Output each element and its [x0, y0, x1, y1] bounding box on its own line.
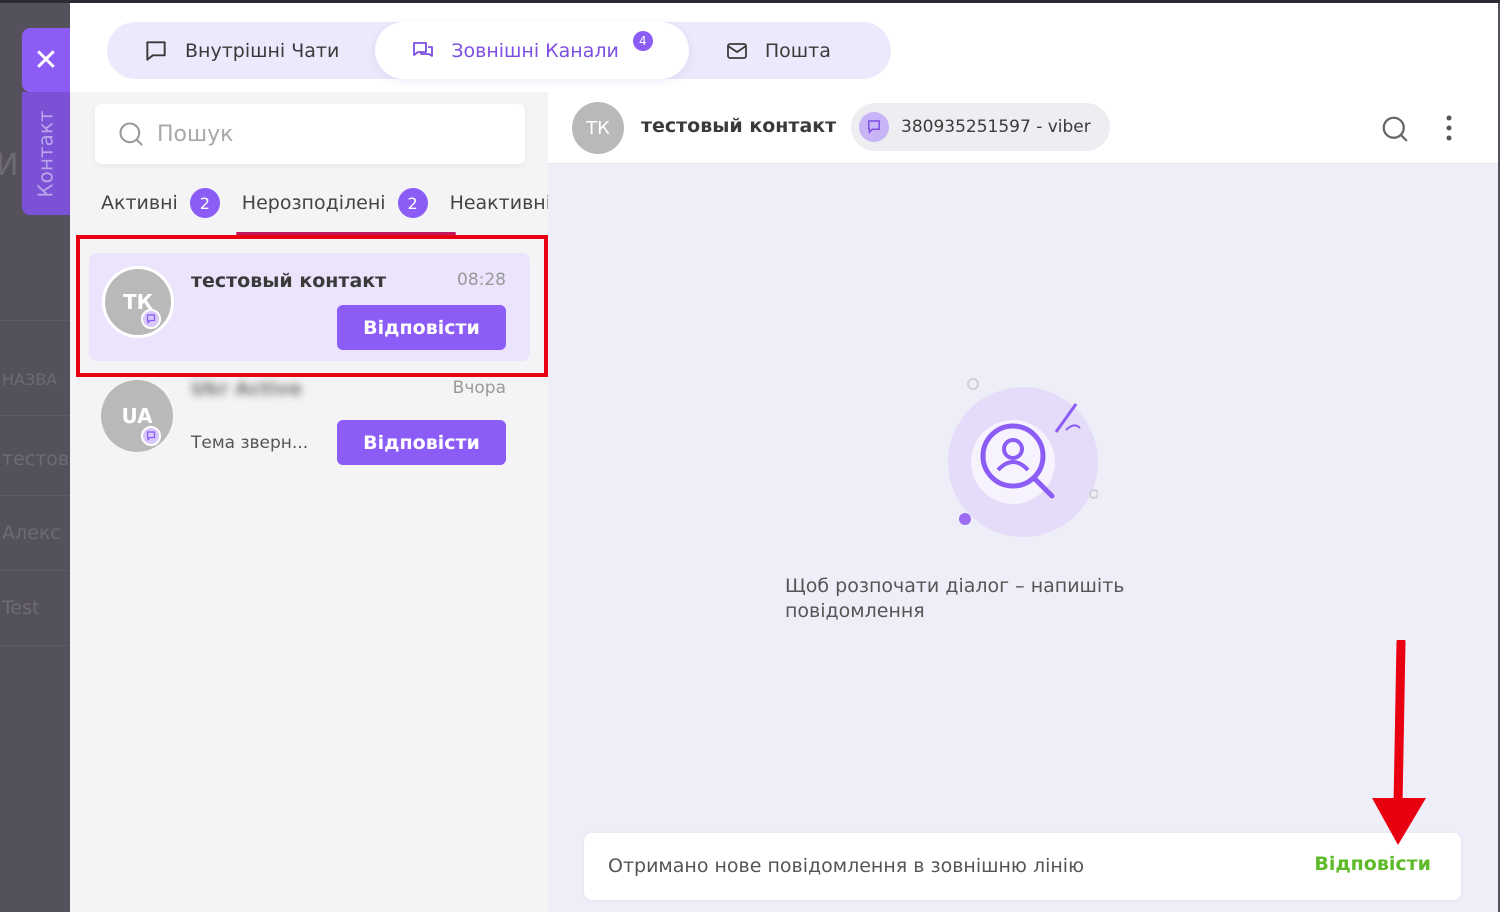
unread-badge: 4: [632, 31, 653, 51]
divider: [0, 415, 70, 416]
empty-state-illustration: [948, 378, 1098, 537]
divider: [0, 320, 70, 321]
contact-name: Ukr Active: [191, 378, 302, 400]
bg-header-text: НАЗВА: [2, 370, 58, 389]
count-badge: 2: [189, 188, 220, 218]
tab-label: Зовнішні Канали: [451, 39, 619, 62]
avatar: UA: [101, 380, 173, 452]
notice-text: Отримано нове повідомлення в зовнішню лі…: [608, 855, 1085, 877]
filter-inactive[interactable]: Неактивні: [450, 192, 551, 214]
tab-internal-chats[interactable]: Внутрішні Чати: [107, 22, 375, 79]
avatar: ТК: [572, 102, 624, 154]
tab-label: Пошта: [764, 39, 831, 62]
top-bar: Внутрішні Чати Зовнішні Канали 4 Пошта: [70, 0, 1498, 92]
divider: [0, 645, 70, 646]
contact-name: тестовый контакт: [641, 115, 837, 137]
avatar-initials: UA: [121, 404, 153, 428]
chat-bubble-icon: [146, 40, 166, 61]
channel-chip[interactable]: 380935251597 - viber: [851, 103, 1110, 151]
viber-icon: [141, 426, 161, 446]
more-options-icon[interactable]: [1444, 114, 1454, 142]
reply-button[interactable]: Відповісти: [337, 420, 506, 465]
chat-area: ТК тестовый контакт 380935251597 - viber: [548, 92, 1498, 912]
tab-external-channels[interactable]: Зовнішні Канали 4: [375, 22, 689, 79]
mail-icon: [726, 42, 747, 59]
viber-icon: [859, 112, 889, 142]
new-message-notice: Отримано нове повідомлення в зовнішню лі…: [584, 833, 1461, 900]
red-arrow-annotation: [1372, 640, 1426, 845]
search-icon[interactable]: [1380, 114, 1410, 144]
message-time: Вчора: [452, 378, 506, 398]
search-icon: [119, 122, 143, 146]
chat-panel: Внутрішні Чати Зовнішні Канали 4 Пошта А…: [70, 0, 1498, 912]
close-button[interactable]: ✕: [22, 28, 70, 92]
filter-label: Неактивні: [449, 192, 551, 214]
avatar-initials: ТК: [586, 117, 610, 139]
filter-label: Активні: [101, 192, 178, 214]
contact-side-tab[interactable]: Контакт: [22, 92, 70, 215]
chat-header: ТК тестовый контакт 380935251597 - viber: [548, 92, 1498, 164]
chat-channels-icon: [413, 41, 434, 57]
channel-tabs: Внутрішні Чати Зовнішні Канали 4 Пошта: [107, 22, 891, 79]
divider: [0, 570, 70, 571]
divider: [0, 495, 70, 496]
count-badge: 2: [397, 188, 428, 218]
search-box: [95, 104, 525, 164]
filter-active[interactable]: Активні 2: [101, 188, 220, 218]
filter-unassigned[interactable]: Нерозподілені 2: [242, 188, 428, 218]
conversation-item[interactable]: UA Ukr Active Вчора Тема зверн... Відпов…: [89, 372, 530, 472]
message-preview: Тема зверн...: [191, 433, 309, 453]
contact-side-tab-label: Контакт: [34, 109, 58, 198]
close-icon: ✕: [33, 42, 59, 78]
tab-mail[interactable]: Пошта: [689, 22, 867, 79]
bg-row-text: тестов: [2, 448, 70, 470]
conversation-list-panel: Активні 2 Нерозподілені 2 Неактивні ТК т…: [70, 92, 551, 912]
status-filters: Активні 2 Нерозподілені 2 Неактивні: [101, 188, 573, 218]
bg-partial-letter: И: [0, 148, 19, 183]
channel-label: 380935251597 - viber: [901, 117, 1091, 137]
tab-label: Внутрішні Чати: [185, 39, 340, 62]
bg-row-text: Test: [2, 597, 40, 619]
search-input[interactable]: [157, 121, 497, 147]
highlight-frame: [76, 235, 548, 377]
filter-label: Нерозподілені: [241, 192, 386, 214]
reply-link[interactable]: Відповісти: [1314, 853, 1431, 875]
empty-state-text: Щоб розпочати діалог – напишіть повідомл…: [785, 575, 1125, 622]
bg-row-text: Алекс: [2, 522, 61, 544]
